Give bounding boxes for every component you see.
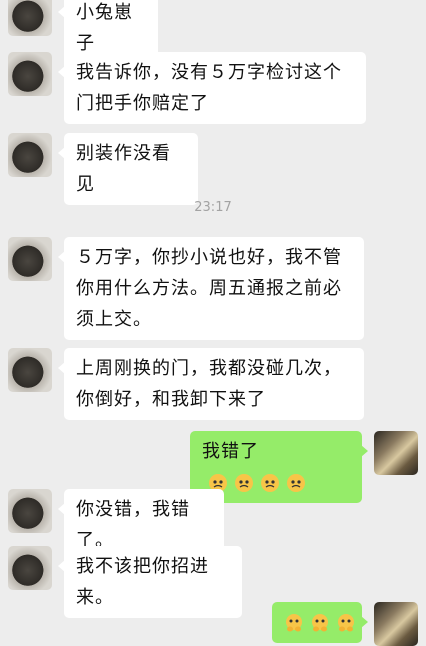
contact-avatar[interactable] xyxy=(8,0,52,36)
message-bubble[interactable]: 别装作没看见 xyxy=(58,133,198,205)
chat-area: 小兔崽子 我告诉你，没有５万字检讨这个门把手你赔定了 别装作没看见 23:17 … xyxy=(0,0,426,646)
message-row: 我错了 xyxy=(0,431,426,503)
message-bubble-self[interactable] xyxy=(272,602,368,643)
contact-avatar[interactable] xyxy=(8,489,52,533)
self-avatar[interactable] xyxy=(374,602,418,646)
contact-avatar[interactable] xyxy=(8,52,52,96)
pleading-hands-face-icon xyxy=(286,614,302,632)
contact-avatar[interactable] xyxy=(8,348,52,392)
timestamp: 23:17 xyxy=(194,200,232,215)
message-row: 小兔崽子 xyxy=(0,0,426,64)
message-row xyxy=(0,602,426,646)
message-text: 我错了 xyxy=(202,441,259,462)
emoji-group xyxy=(284,613,356,633)
self-avatar[interactable] xyxy=(374,431,418,475)
contact-avatar[interactable] xyxy=(8,546,52,590)
contact-avatar[interactable] xyxy=(8,237,52,281)
message-row: 你没错，我错了。 xyxy=(0,489,426,561)
message-row: 我不该把你招进来。 xyxy=(0,546,426,618)
message-row: 别装作没看见 xyxy=(0,133,426,205)
message-bubble[interactable]: 上周刚换的门，我都没碰几次，你倒好，和我卸下来了 xyxy=(58,348,364,420)
message-bubble[interactable]: ５万字，你抄小说也好，我不管你用什么方法。周五通报之前必须上交。 xyxy=(58,237,364,340)
pleading-hands-face-icon xyxy=(338,614,354,632)
pleading-hands-face-icon xyxy=(312,614,328,632)
message-bubble[interactable]: 我告诉你，没有５万字检讨这个门把手你赔定了 xyxy=(58,52,366,124)
message-row: ５万字，你抄小说也好，我不管你用什么方法。周五通报之前必须上交。 xyxy=(0,237,426,340)
message-row: 我告诉你，没有５万字检讨这个门把手你赔定了 xyxy=(0,52,426,124)
message-row: 上周刚换的门，我都没碰几次，你倒好，和我卸下来了 xyxy=(0,348,426,420)
contact-avatar[interactable] xyxy=(8,133,52,177)
